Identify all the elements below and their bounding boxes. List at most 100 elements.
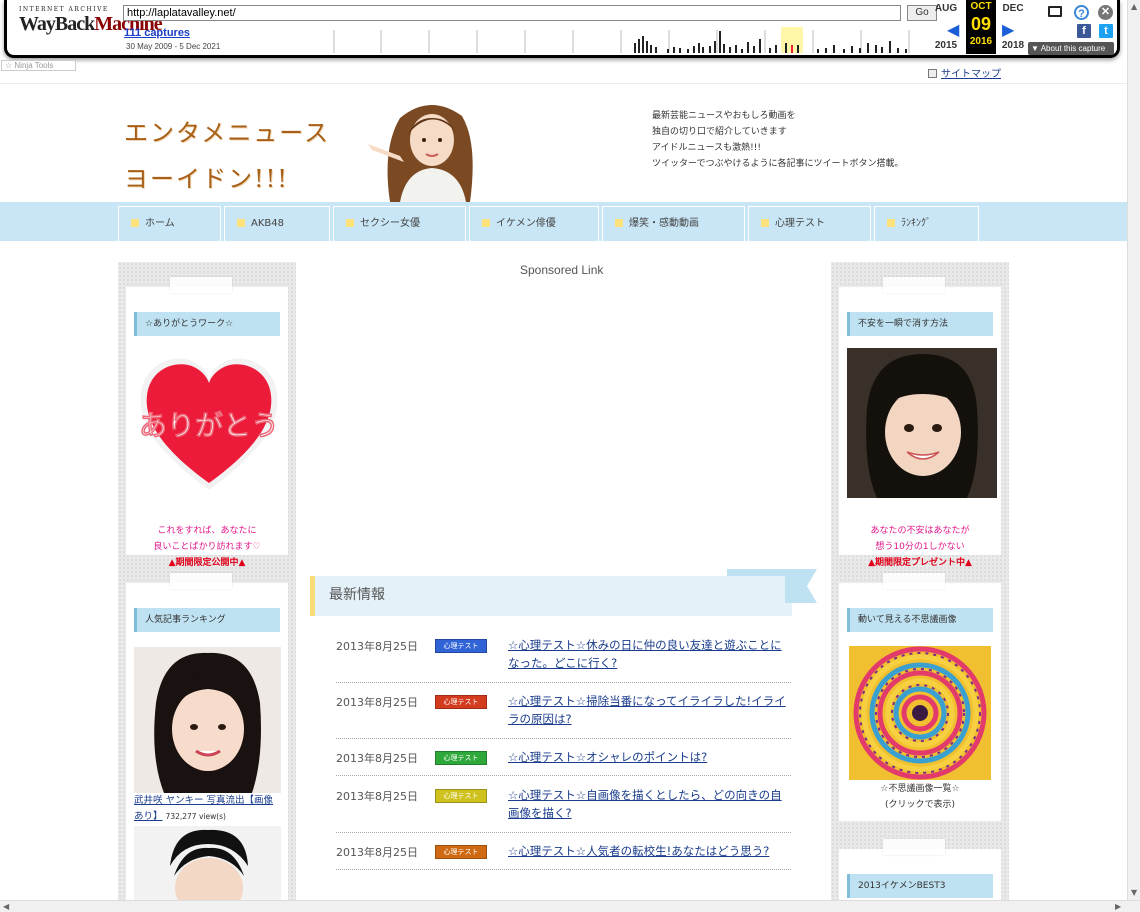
folder-icon	[615, 219, 623, 227]
illusion-caption: ☆不思議画像一覧☆ (クリックで表示)	[839, 781, 1001, 813]
nav-label: イケメン俳優	[496, 218, 556, 229]
news-link[interactable]: ☆心理テスト☆人気者の転校生!あなたはどう思う?	[508, 842, 793, 860]
wayback-captures-link[interactable]: 111 captures	[124, 27, 190, 39]
header-girl-image	[360, 98, 500, 202]
wayback-url-input[interactable]: http://laplatavalley.net/	[123, 5, 901, 21]
tape-decoration	[883, 839, 945, 855]
nav-item-ranking[interactable]: ﾗﾝｷﾝｸﾞ	[874, 206, 979, 241]
anxiety-photo[interactable]	[847, 348, 997, 498]
news-category-badge[interactable]: 心理テスト	[435, 639, 487, 653]
scroll-up-icon[interactable]: ▲	[1131, 2, 1137, 11]
ninja-tools-label: Ninja Tools	[14, 61, 54, 70]
twitter-icon[interactable]: t	[1099, 24, 1113, 38]
news-date: 2013年8月25日	[336, 790, 418, 803]
news-link[interactable]: ☆心理テスト☆オシャレのポイントは?	[508, 748, 793, 766]
horizontal-scrollbar[interactable]: ◀ ▶	[0, 900, 1140, 912]
ribbon-decoration	[727, 569, 817, 603]
news-heading: 最新情報	[310, 576, 792, 616]
nav-item-ikemen[interactable]: イケメン俳優	[469, 206, 599, 241]
news-link[interactable]: ☆心理テスト☆休みの日に仲の良い友達と遊ぶことになった。どこに行く?	[508, 636, 793, 672]
wayback-date-range: 30 May 2009 - 5 Dec 2021	[126, 42, 221, 51]
tape-decoration	[883, 277, 945, 293]
site-logo-line1: エンタメニュース	[124, 119, 331, 147]
close-icon[interactable]: ✕	[1098, 5, 1113, 20]
illusion-caption-2: (クリックで表示)	[884, 800, 956, 810]
anxiety-text-2: 想う10分の1しかない	[875, 542, 965, 552]
news-date: 2013年8月25日	[336, 696, 418, 709]
nav-item-sexy[interactable]: セクシー女優	[333, 206, 466, 241]
about-capture-button[interactable]: ▼ About this capture	[1028, 42, 1114, 55]
ranking-photo-1[interactable]	[134, 647, 281, 793]
illusion-image[interactable]	[849, 646, 991, 780]
widget-title: 人気記事ランキング	[134, 608, 280, 632]
news-category-badge[interactable]: 心理テスト	[435, 751, 487, 765]
scroll-left-icon[interactable]: ◀	[3, 902, 9, 911]
news-link[interactable]: ☆心理テスト☆掃除当番になってイライラした!イライラの原因は?	[508, 692, 793, 728]
wayback-sparkline[interactable]	[329, 27, 921, 53]
news-date: 2013年8月25日	[336, 752, 418, 765]
anxiety-widget: 不安を一瞬で消す方法 あなたの不安はあなたが 想う10分の1しかない ▲期間限定…	[839, 277, 1001, 568]
wayback-current-month: OCT	[970, 1, 992, 12]
wayback-toolbar: INTERNET ARCHIVE WayBackMachine http://l…	[4, 0, 1120, 58]
sitemap-label: サイトマップ	[941, 69, 1001, 80]
facebook-icon[interactable]: f	[1077, 24, 1091, 38]
folder-icon	[131, 219, 139, 227]
news-date: 2013年8月25日	[336, 846, 418, 859]
tape-decoration	[883, 573, 945, 589]
news-item: 2013年8月25日 心理テスト ☆心理テスト☆自画像を描くとしたら、どの向きの…	[336, 786, 791, 833]
folder-icon	[887, 219, 895, 227]
nav-item-psych-test[interactable]: 心理テスト	[748, 206, 871, 241]
news-category-badge[interactable]: 心理テスト	[435, 695, 487, 709]
nav-label: セクシー女優	[360, 218, 420, 229]
tape-decoration	[170, 573, 232, 589]
nav-label: 心理テスト	[775, 218, 825, 229]
wayback-next-arrow-icon[interactable]: ▶	[1002, 20, 1014, 39]
widget-title: ☆ありがとうワーク☆	[134, 312, 280, 336]
about-capture-label: About this capture	[1040, 44, 1106, 53]
nav-item-home[interactable]: ホーム	[118, 206, 221, 241]
scroll-down-icon[interactable]: ▼	[1131, 888, 1137, 897]
wayback-current-day: 09	[970, 14, 992, 34]
anxiety-text-1: あなたの不安はあなたが	[870, 526, 970, 536]
news-category-badge[interactable]: 心理テスト	[435, 789, 487, 803]
arigatou-heart-image[interactable]: ありがとう	[136, 349, 282, 499]
right-sidebar: 不安を一瞬で消す方法 あなたの不安はあなたが 想う10分の1しかない ▲期間限定…	[831, 262, 1009, 902]
scroll-right-icon[interactable]: ▶	[1115, 902, 1121, 911]
wayback-prev-year[interactable]: 2015	[931, 40, 961, 51]
nav-item-akb48[interactable]: AKB48	[224, 206, 330, 241]
site-description-line: アイドルニュースも激熱!!!	[652, 143, 761, 153]
site-description: 最新芸能ニュースやおもしろ動画を 独自の切り口で紹介していきます アイドルニュー…	[652, 108, 903, 172]
ranking-item-1: 武井咲 ヤンキー 写真流出【画像あり】 732,277 view(s)	[134, 793, 282, 825]
arigatou-text-1: これをすれば、あなたに	[157, 526, 257, 536]
site-logo[interactable]: エンタメニュース ヨーイドン!!!	[124, 110, 330, 202]
wayback-current-year: 2016	[969, 36, 993, 47]
news-item: 2013年8月25日 心理テスト ☆心理テスト☆掃除当番になってイライラした!イ…	[336, 692, 791, 739]
nav-label: AKB48	[251, 218, 284, 229]
help-icon[interactable]: ?	[1074, 5, 1089, 20]
news-item: 2013年8月25日 心理テスト ☆心理テスト☆人気者の転校生!あなたはどう思う…	[336, 842, 791, 870]
wayback-prev-month[interactable]: AUG	[931, 3, 961, 14]
ninja-tools-badge[interactable]: ☆ Ninja Tools	[1, 60, 76, 71]
tape-decoration	[170, 277, 232, 293]
nav-item-video[interactable]: 爆笑・感動動画	[602, 206, 745, 241]
wayback-logo-big: WayBackMachine	[19, 13, 163, 35]
window-icon[interactable]	[1048, 6, 1062, 17]
arigatou-limited: ▲期間限定公開中▲	[168, 558, 246, 568]
wayback-prev-arrow-icon[interactable]: ◀	[947, 20, 959, 39]
sitemap-link[interactable]: サイトマップ	[928, 65, 1001, 80]
ikemen-widget: 2013イケメンBEST3	[839, 839, 1001, 902]
sponsored-link-label: Sponsored Link	[520, 263, 604, 277]
news-item: 2013年8月25日 心理テスト ☆心理テスト☆オシャレのポイントは?	[336, 748, 791, 776]
folder-icon	[346, 219, 354, 227]
folder-icon	[482, 219, 490, 227]
nav-label: ﾗﾝｷﾝｸﾞ	[901, 218, 931, 229]
wayback-next-year[interactable]: 2018	[998, 40, 1028, 51]
ranking-widget: 人気記事ランキング 武井咲 ヤンキー 写真流出【画像あり】 732,277 vi…	[126, 573, 288, 903]
vertical-scrollbar[interactable]: ▲ ▼	[1127, 0, 1140, 900]
ranking-photo-2[interactable]	[134, 826, 281, 903]
wayback-logo[interactable]: INTERNET ARCHIVE WayBackMachine	[19, 6, 163, 46]
news-link[interactable]: ☆心理テスト☆自画像を描くとしたら、どの向きの自画像を描く?	[508, 786, 793, 822]
news-category-badge[interactable]: 心理テスト	[435, 845, 487, 859]
wayback-next-month[interactable]: DEC	[998, 3, 1028, 14]
left-sidebar: ☆ありがとうワーク☆ ありがとう これをすれば、あなたに 良いことばかり訪れます…	[118, 262, 296, 903]
